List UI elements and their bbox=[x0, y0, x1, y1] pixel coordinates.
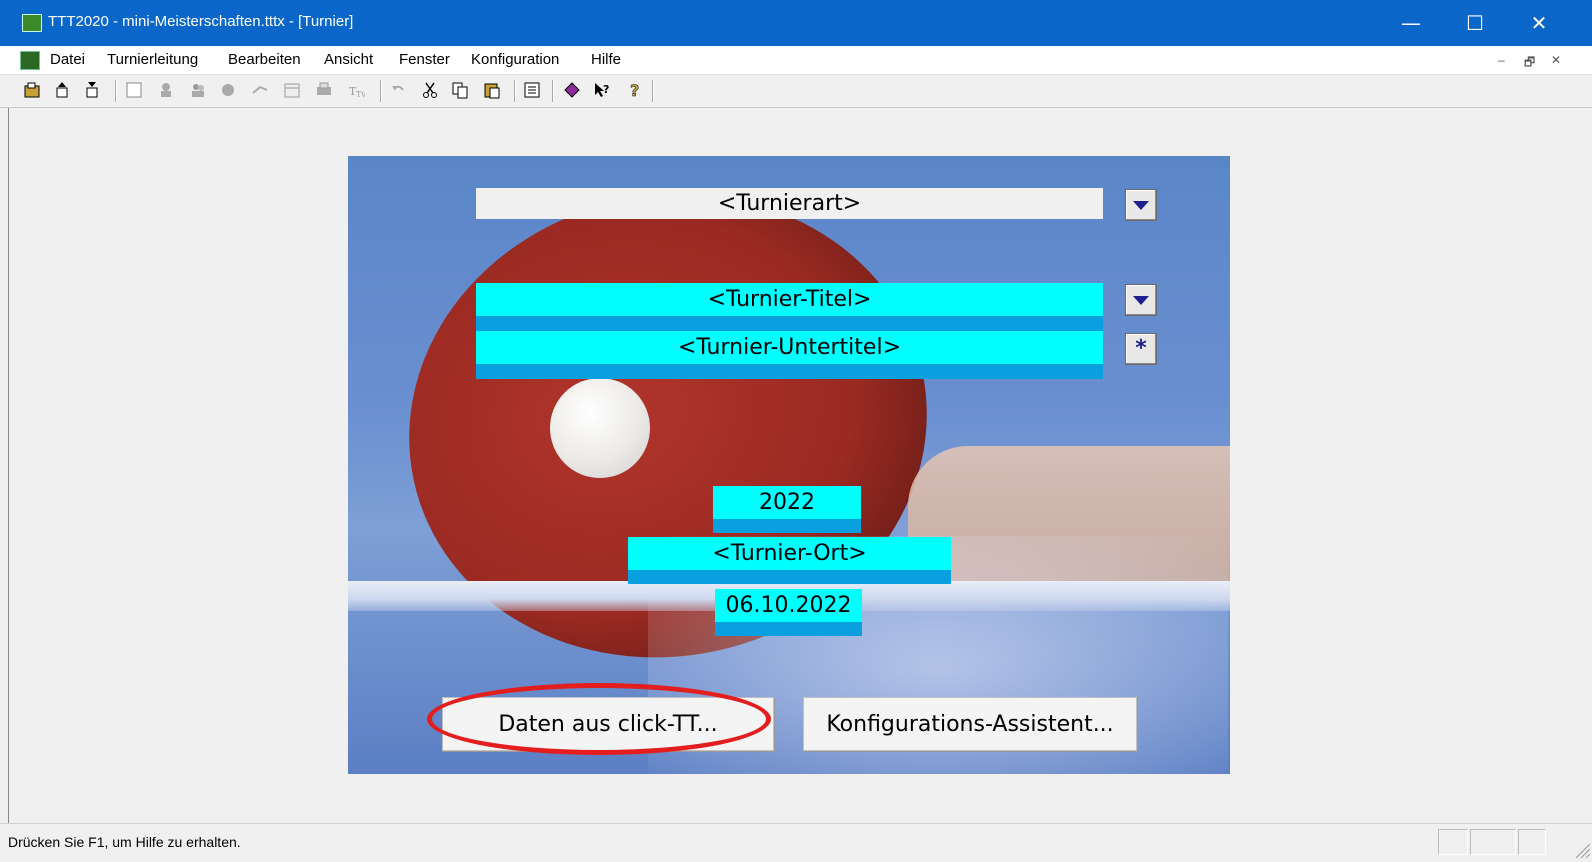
menu-fenster[interactable]: Fenster bbox=[399, 51, 450, 68]
run-icon[interactable] bbox=[250, 80, 270, 100]
menu-konfiguration[interactable]: Konfiguration bbox=[471, 51, 559, 68]
import-icon[interactable] bbox=[82, 80, 102, 100]
turnier-titel-field[interactable]: <Turnier-Titel> bbox=[476, 283, 1103, 316]
document-icon[interactable] bbox=[20, 51, 40, 70]
cut-icon[interactable] bbox=[420, 80, 440, 100]
group-icon[interactable] bbox=[188, 80, 208, 100]
chevron-down-icon bbox=[1133, 200, 1149, 210]
export-icon[interactable] bbox=[52, 80, 72, 100]
app-icon bbox=[22, 14, 42, 32]
svg-text:?: ? bbox=[603, 83, 609, 96]
undo-icon[interactable] bbox=[388, 80, 408, 100]
calendar-icon[interactable] bbox=[282, 80, 302, 100]
person-icon[interactable] bbox=[156, 80, 176, 100]
maximize-button[interactable]: ☐ bbox=[1444, 0, 1506, 46]
copy-icon[interactable] bbox=[450, 80, 470, 100]
window-icon[interactable] bbox=[124, 80, 144, 100]
table-icon[interactable] bbox=[218, 80, 238, 100]
svg-text:?: ? bbox=[630, 81, 639, 99]
window-title: TTT2020 - mini-Meisterschaften.tttx - [T… bbox=[48, 13, 354, 30]
title-bar: TTT2020 - mini-Meisterschaften.tttx - [T… bbox=[0, 0, 1592, 46]
turnier-ort-field[interactable]: <Turnier-Ort> bbox=[628, 537, 951, 570]
jahr-value: 2022 bbox=[759, 490, 815, 515]
turnier-titel-dropdown-button[interactable] bbox=[1125, 284, 1157, 316]
print-icon[interactable] bbox=[314, 80, 334, 100]
context-help-icon[interactable]: ? bbox=[592, 80, 612, 100]
mdi-restore-button[interactable]: 🗗 bbox=[1524, 53, 1535, 74]
turnier-untertitel-field[interactable]: <Turnier-Untertitel> bbox=[476, 331, 1103, 364]
turnierart-dropdown-button[interactable] bbox=[1125, 189, 1157, 221]
menu-ansicht[interactable]: Ansicht bbox=[324, 51, 373, 68]
menu-turnierleitung[interactable]: Turnierleitung bbox=[107, 51, 198, 68]
toolbar: T Tv ? ? bbox=[0, 75, 1592, 108]
paste-icon[interactable] bbox=[482, 80, 502, 100]
help-icon[interactable]: ? bbox=[624, 80, 644, 100]
chevron-down-icon bbox=[1133, 295, 1149, 305]
datum-field[interactable]: 06.10.2022 bbox=[715, 589, 862, 622]
status-pane-1 bbox=[1438, 829, 1468, 855]
menu-bar: Datei Turnierleitung Bearbeiten Ansicht … bbox=[0, 46, 1592, 75]
highlight-annotation bbox=[427, 683, 771, 755]
turnierart-value: <Turnierart> bbox=[717, 191, 862, 216]
turnier-untertitel-star-button[interactable]: * bbox=[1125, 333, 1157, 365]
status-text: Drücken Sie F1, um Hilfe zu erhalten. bbox=[8, 834, 241, 850]
open-icon[interactable] bbox=[22, 80, 42, 100]
ball-graphic bbox=[550, 378, 650, 478]
book-icon[interactable] bbox=[562, 80, 582, 100]
turnier-ort-value: <Turnier-Ort> bbox=[712, 541, 867, 566]
tournament-banner-image bbox=[348, 156, 1230, 774]
jahr-field[interactable]: 2022 bbox=[713, 486, 861, 519]
turnier-titel-value: <Turnier-Titel> bbox=[707, 287, 872, 312]
status-bar: Drücken Sie F1, um Hilfe zu erhalten. bbox=[0, 823, 1592, 862]
mdi-close-button[interactable]: ✕ bbox=[1551, 53, 1561, 67]
asterisk-icon: * bbox=[1135, 336, 1147, 361]
datum-value: 06.10.2022 bbox=[725, 593, 852, 618]
svg-text:Tv: Tv bbox=[356, 90, 365, 99]
close-button[interactable]: ✕ bbox=[1508, 0, 1570, 46]
status-pane-3 bbox=[1518, 829, 1546, 855]
turnier-untertitel-value: <Turnier-Untertitel> bbox=[678, 335, 901, 360]
turnierart-field[interactable]: <Turnierart> bbox=[476, 188, 1103, 219]
resize-grip-icon[interactable] bbox=[1572, 840, 1590, 858]
minimize-button[interactable]: — bbox=[1380, 0, 1442, 46]
konfigurations-assistent-button[interactable]: Konfigurations-Assistent... bbox=[803, 697, 1137, 751]
menu-hilfe[interactable]: Hilfe bbox=[591, 51, 621, 68]
menu-bearbeiten[interactable]: Bearbeiten bbox=[228, 51, 301, 68]
status-pane-2 bbox=[1470, 829, 1516, 855]
mdi-minimize-button[interactable]: – bbox=[1498, 53, 1505, 67]
tt-icon[interactable]: T Tv bbox=[346, 80, 366, 100]
menu-datei[interactable]: Datei bbox=[50, 51, 85, 68]
list-icon[interactable] bbox=[522, 80, 542, 100]
